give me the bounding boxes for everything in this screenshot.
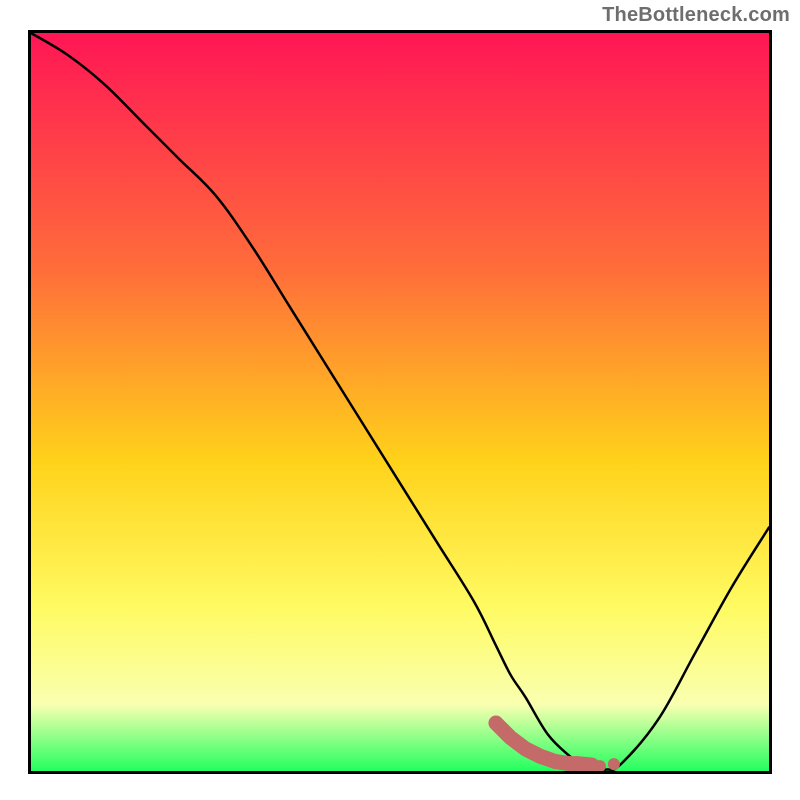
attribution-text: TheBottleneck.com <box>602 4 790 27</box>
bottleneck-chart <box>31 33 769 771</box>
highlight-dot <box>608 758 620 770</box>
chart-frame <box>28 30 772 774</box>
gradient-background <box>31 33 769 771</box>
